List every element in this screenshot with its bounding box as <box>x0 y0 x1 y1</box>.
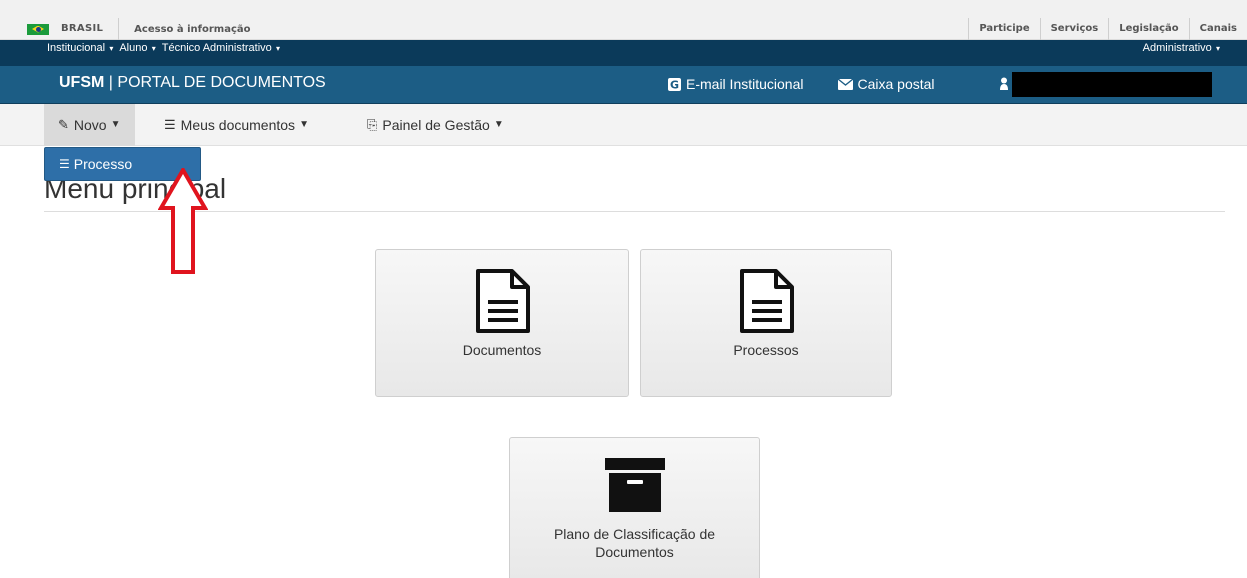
gov-acesso-link[interactable]: Acesso à informação <box>119 24 250 35</box>
tile-documentos[interactable]: Documentos <box>375 249 629 397</box>
list-icon: ☰ <box>59 157 70 171</box>
institutional-menus: Institucional ▾ Aluno ▾ Técnico Administ… <box>47 42 280 54</box>
gov-link-servicos[interactable]: Serviços <box>1039 18 1109 40</box>
portal-title[interactable]: UFSM | PORTAL DE DOCUMENTOS <box>59 74 326 92</box>
caret-down-icon: ▼ <box>493 119 504 130</box>
envelope-icon <box>837 78 853 90</box>
institutional-bar: Institucional ▾ Aluno ▾ Técnico Administ… <box>0 40 1247 66</box>
nav-painel-label: Painel de Gestão <box>382 117 490 133</box>
menu-institucional-label: Institucional <box>47 42 106 54</box>
tile-plano-label-line1: Plano de Classificação de <box>553 526 716 542</box>
nav-meus-documentos-label: Meus documentos <box>180 117 296 133</box>
tile-plano-classificacao[interactable]: Plano de Classificação de Documentos <box>509 437 760 578</box>
gov-link-participe[interactable]: Participe <box>968 18 1039 40</box>
menu-administrativo-label: Administrativo <box>1142 42 1212 54</box>
gov-link-legislacao[interactable]: Legislação <box>1108 18 1188 40</box>
tile-documentos-label: Documentos <box>462 342 542 358</box>
portal-links: G E-mail Institucional Caixa postal <box>668 76 969 92</box>
portal-name: PORTAL DE DOCUMENTOS <box>117 74 326 91</box>
tile-plano-label-line2: Documentos <box>595 544 674 560</box>
nav-novo[interactable]: ✎ Novo ▼ <box>44 104 135 146</box>
brazil-flag-icon <box>27 23 49 35</box>
dropdown-item-processo[interactable]: ☰ Processo <box>59 156 132 172</box>
red-up-arrow-icon <box>158 168 208 274</box>
caret-down-icon: ▼ <box>299 119 309 130</box>
mailbox-label: Caixa postal <box>857 76 935 92</box>
caixa-postal-link[interactable]: Caixa postal <box>837 76 935 92</box>
caret-down-icon: ▾ <box>1213 44 1220 53</box>
email-label: E-mail Institucional <box>686 76 804 92</box>
caret-down-icon: ▾ <box>273 44 281 53</box>
gov-link-canais[interactable]: Canais <box>1188 18 1247 40</box>
pencil-icon: ✎ <box>58 117 69 132</box>
gov-top-bar: BRASIL Acesso à informação Participe Ser… <box>0 0 1247 40</box>
gov-left-group: BRASIL Acesso à informação <box>27 18 251 40</box>
menu-administrativo[interactable]: Administrativo ▾ <box>1143 42 1220 54</box>
caret-down-icon: ▾ <box>149 44 156 53</box>
menu-tecnico-label: Técnico Administrativo <box>161 42 272 54</box>
list-icon: ☰ <box>164 117 176 132</box>
portal-header: UFSM | PORTAL DE DOCUMENTOS G E-mail Ins… <box>0 66 1247 104</box>
archive-box-icon <box>605 458 665 512</box>
caret-down-icon: ▼ <box>110 119 121 130</box>
tile-processos-label: Processos <box>733 342 799 358</box>
tile-processos[interactable]: Processos <box>640 249 892 397</box>
gov-brasil-link[interactable]: BRASIL <box>61 18 120 40</box>
menu-aluno[interactable]: Aluno ▾ <box>119 42 155 54</box>
brand-separator: | <box>108 74 113 91</box>
dropdown-processo-label: Processo <box>73 156 133 172</box>
caret-down-icon: ▾ <box>107 44 114 53</box>
menu-tecnico-administrativo[interactable]: Técnico Administrativo ▾ <box>162 42 280 54</box>
svg-text:G: G <box>670 78 679 91</box>
menu-institucional[interactable]: Institucional ▾ <box>47 42 113 54</box>
brand-ufsm: UFSM <box>59 74 105 91</box>
main-nav: ✎ Novo ▼ ☰ Meus documentos ▼ ⎘ Painel de… <box>0 104 1247 146</box>
gov-links: Participe Serviços Legislação Canais <box>968 18 1247 40</box>
heading-divider <box>44 211 1225 212</box>
files-icon: ⎘ <box>367 117 378 132</box>
file-text-icon <box>476 269 530 333</box>
nav-painel-gestao[interactable]: ⎘ Painel de Gestão ▼ <box>353 104 518 146</box>
google-icon: G <box>668 77 681 91</box>
user-icon[interactable] <box>1000 77 1008 90</box>
menu-aluno-label: Aluno <box>119 42 148 54</box>
email-institucional-link[interactable]: G E-mail Institucional <box>668 76 804 92</box>
redacted-username[interactable] <box>1012 72 1212 97</box>
nav-meus-documentos[interactable]: ☰ Meus documentos ▼ <box>150 104 323 146</box>
file-text-icon <box>740 269 794 333</box>
nav-novo-label: Novo <box>73 117 107 133</box>
